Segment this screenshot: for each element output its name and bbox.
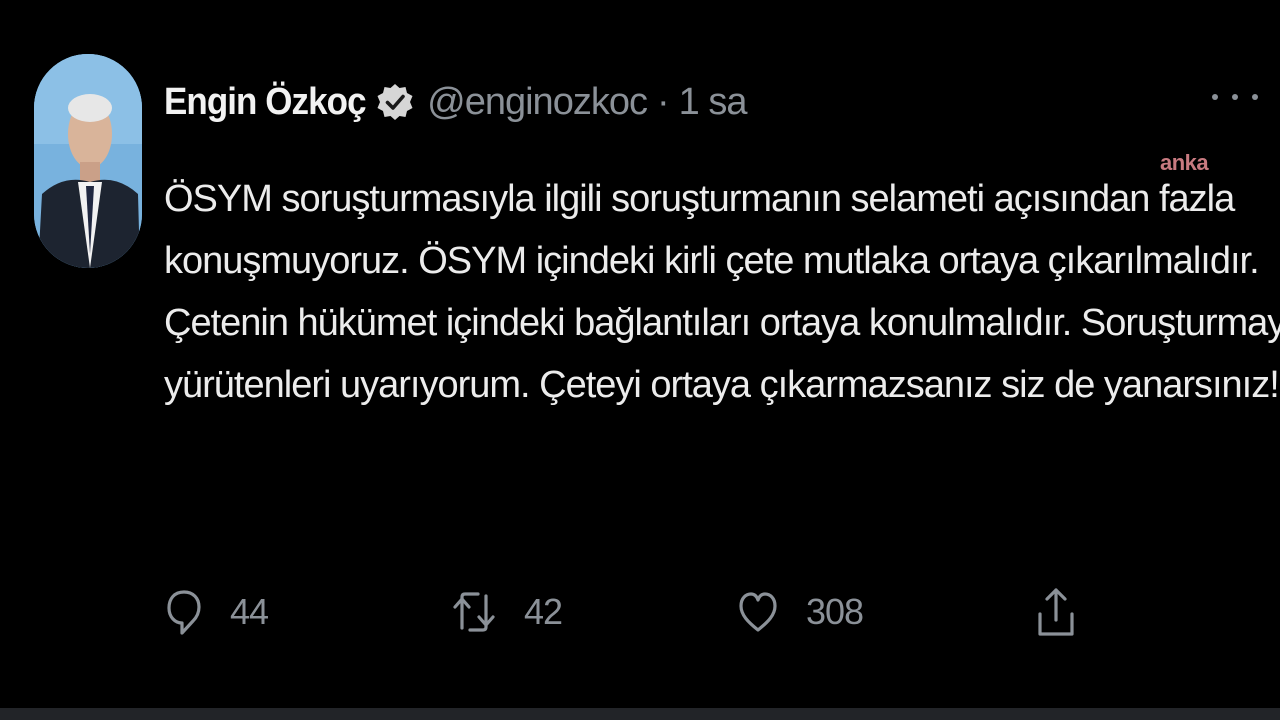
more-dot [1212, 94, 1218, 100]
more-dot [1252, 94, 1258, 100]
reply-count: 44 [230, 591, 269, 632]
reply-button[interactable]: 44 [166, 582, 269, 642]
tweet-actions: 44 42 308 [0, 582, 1280, 642]
tweet-timestamp[interactable]: 1 sa [679, 81, 748, 124]
tweet-text-line: ÖSYM soruşturmasıyla ilgili soruşturmanı… [164, 178, 1235, 220]
tweet-text-line: Çetenin hükümet içindeki bağlantıları or… [164, 302, 1280, 344]
author-handle[interactable]: @enginozkoc [427, 81, 648, 124]
tweet-text-line: konuşmuyoruz. ÖSYM içindeki kirli çete m… [164, 240, 1260, 282]
share-button[interactable] [1036, 582, 1076, 642]
more-options-icon[interactable] [1212, 84, 1258, 110]
tweet-header: Engin Özkoç @enginozkoc · 1 sa [164, 76, 748, 128]
avatar-photo [34, 54, 142, 268]
like-count: 308 [806, 591, 864, 632]
avatar[interactable] [34, 54, 142, 268]
more-dot [1232, 94, 1238, 100]
tweet-text-line: yürütenleri uyarıyorum. Çeteyi ortaya çı… [164, 364, 1280, 406]
retweet-count: 42 [524, 591, 563, 632]
retweet-icon [453, 592, 495, 632]
tweet-screenshot: Engin Özkoç @enginozkoc · 1 sa anka ÖSYM… [0, 0, 1280, 720]
separator-dot: · [656, 80, 670, 123]
author-display-name[interactable]: Engin Özkoç [164, 81, 367, 124]
share-icon [1038, 588, 1074, 636]
verified-badge-icon [375, 82, 415, 122]
heart-icon [739, 592, 777, 632]
bottom-divider [0, 708, 1280, 720]
retweet-button[interactable]: 42 [452, 582, 563, 642]
reply-icon [167, 590, 201, 635]
like-button[interactable]: 308 [738, 582, 864, 642]
tweet-text: ÖSYM soruşturmasıyla ilgili soruşturmanı… [164, 168, 1280, 416]
